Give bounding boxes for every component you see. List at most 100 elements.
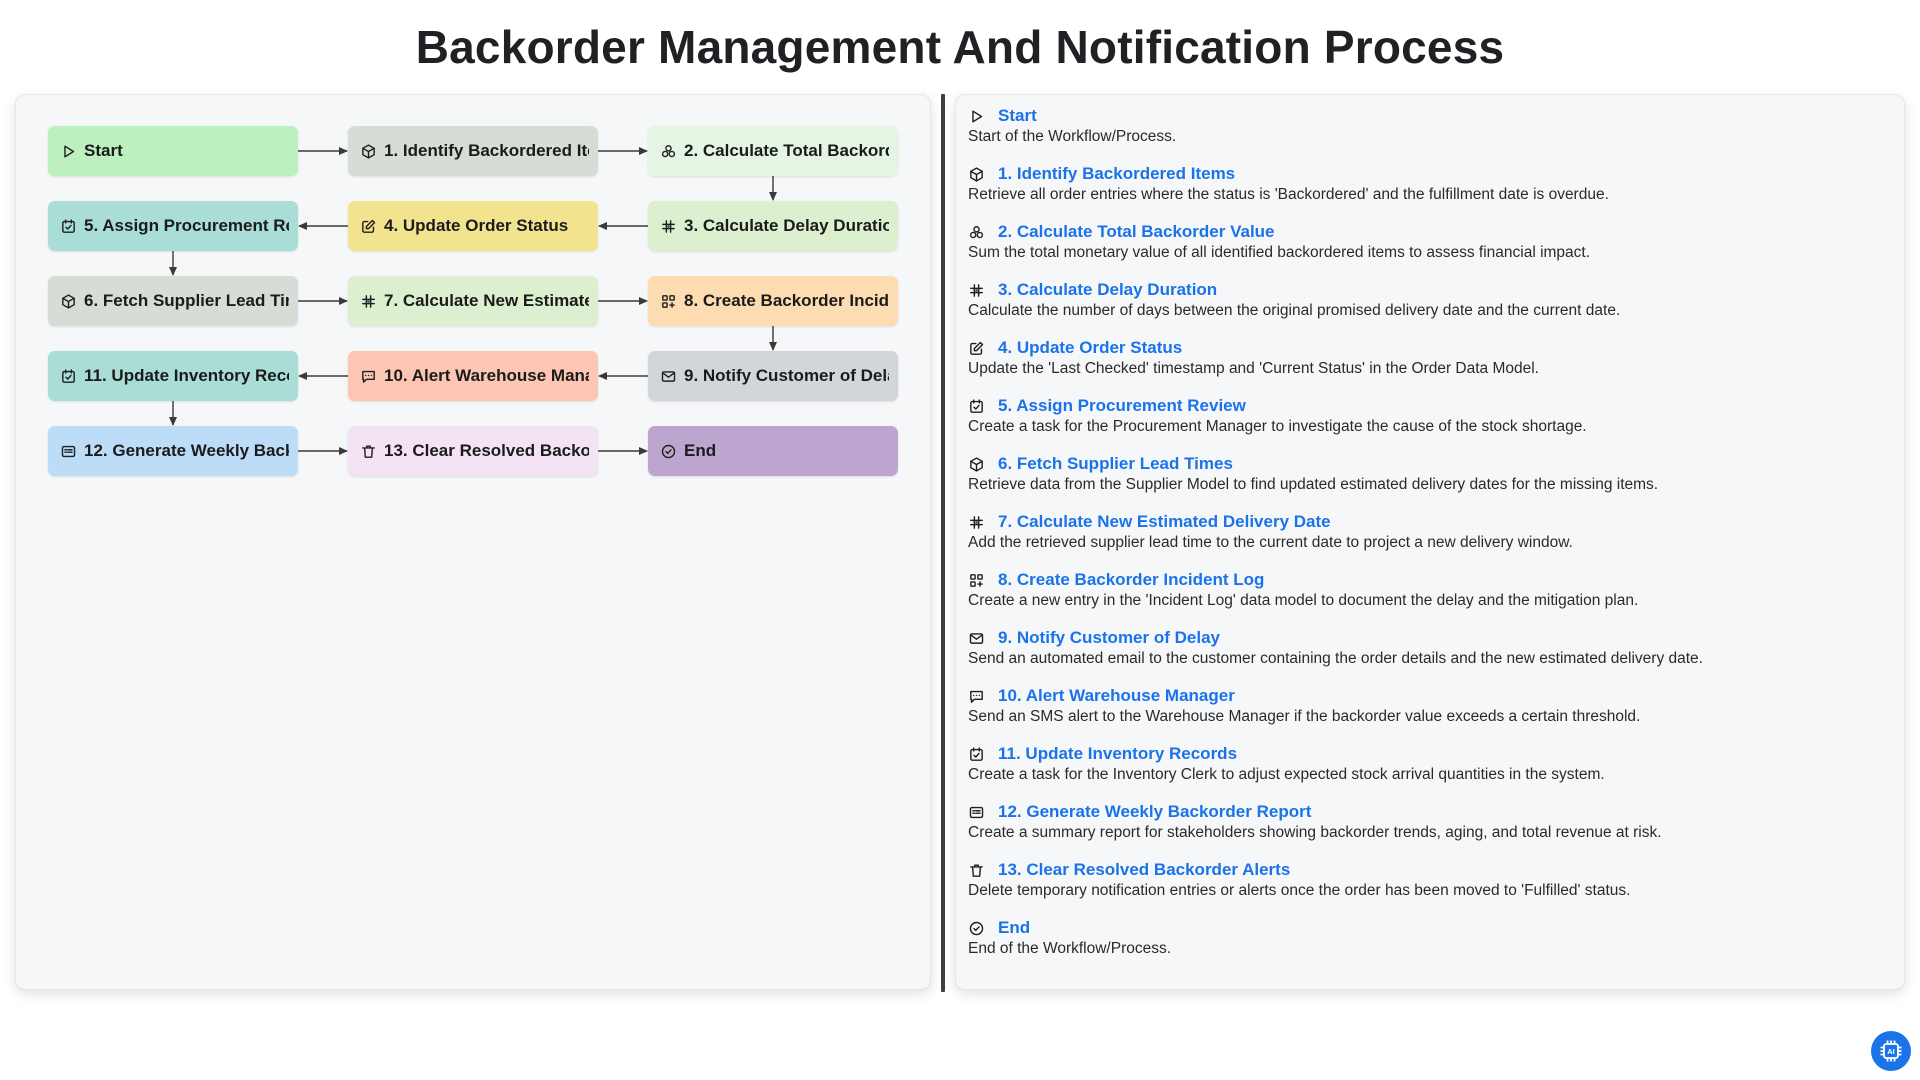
flow-node-label: 4. Update Order Status bbox=[384, 216, 569, 235]
step-detail-title[interactable]: 6. Fetch Supplier Lead Times bbox=[998, 454, 1233, 474]
step-detail-header: 13. Clear Resolved Backorder Alerts bbox=[968, 859, 1892, 881]
hash-icon bbox=[660, 218, 677, 235]
step-detail-item: 6. Fetch Supplier Lead Times Retrieve dat… bbox=[968, 453, 1892, 495]
step-detail-description: Create a task for the Inventory Clerk to… bbox=[968, 766, 1605, 783]
flow-node-step9[interactable]: 9. Notify Customer of Delay bbox=[648, 351, 898, 401]
trash-icon bbox=[968, 862, 985, 879]
flow-node-label: 13. Clear Resolved Backorder Alerts bbox=[384, 441, 589, 460]
flow-node-label: End bbox=[684, 441, 717, 460]
flow-node-label: Start bbox=[84, 141, 123, 160]
step-detail-header: 10. Alert Warehouse Manager bbox=[968, 685, 1892, 707]
step-detail-item: 7. Calculate New Estimated Delivery Date… bbox=[968, 511, 1892, 553]
step-detail-header: 5. Assign Procurement Review bbox=[968, 395, 1892, 417]
flow-node-label: 10. Alert Warehouse Manager bbox=[384, 366, 589, 385]
flow-node-step2[interactable]: 2. Calculate Total Backorder Value bbox=[648, 126, 898, 176]
step-detail-title[interactable]: 13. Clear Resolved Backorder Alerts bbox=[998, 860, 1290, 880]
cube-icon bbox=[360, 143, 377, 160]
page-title: Backorder Management And Notification Pr… bbox=[415, 21, 1505, 73]
step-detail-item: 2. Calculate Total Backorder Value Sum th… bbox=[968, 221, 1892, 263]
calendar-check-icon bbox=[968, 746, 985, 763]
flow-node-start[interactable]: Start bbox=[48, 126, 298, 176]
flow-node-label: 8. Create Backorder Incident Log bbox=[684, 291, 889, 310]
hash-icon bbox=[968, 514, 985, 531]
step-detail-title[interactable]: 11. Update Inventory Records bbox=[998, 744, 1237, 764]
step-detail-item: 10. Alert Warehouse Manager Send an SMS a… bbox=[968, 685, 1892, 727]
grid-plus-icon bbox=[660, 293, 677, 310]
calendar-check-icon bbox=[60, 368, 77, 385]
step-detail-header: End bbox=[968, 917, 1892, 939]
flow-node-step5[interactable]: 5. Assign Procurement Review bbox=[48, 201, 298, 251]
coins-icon bbox=[968, 224, 985, 241]
flow-node-step11[interactable]: 11. Update Inventory Records bbox=[48, 351, 298, 401]
step-detail-title[interactable]: 4. Update Order Status bbox=[998, 338, 1182, 358]
step-detail-title[interactable]: 2. Calculate Total Backorder Value bbox=[998, 222, 1275, 242]
flow-node-end[interactable]: End bbox=[648, 426, 898, 476]
step-detail-item: 5. Assign Procurement Review Create a tas… bbox=[968, 395, 1892, 437]
step-detail-title[interactable]: End bbox=[998, 918, 1030, 938]
hash-icon bbox=[968, 282, 985, 299]
step-detail-description: Calculate the number of days between the… bbox=[968, 302, 1621, 319]
check-circle-icon bbox=[968, 920, 985, 937]
cube-icon bbox=[60, 293, 77, 310]
step-detail-header: 6. Fetch Supplier Lead Times bbox=[968, 453, 1892, 475]
flow-node-step7[interactable]: 7. Calculate New Estimated Delivery Date bbox=[348, 276, 598, 326]
step-detail-header: 8. Create Backorder Incident Log bbox=[968, 569, 1892, 591]
step-detail-header: 11. Update Inventory Records bbox=[968, 743, 1892, 765]
step-detail-item: 4. Update Order Status Update the 'Last C… bbox=[968, 337, 1892, 379]
flow-node-step10[interactable]: 10. Alert Warehouse Manager bbox=[348, 351, 598, 401]
report-icon bbox=[968, 804, 985, 821]
grid-plus-icon bbox=[968, 572, 985, 589]
step-detail-title[interactable]: Start bbox=[998, 106, 1037, 126]
panel-divider bbox=[941, 94, 945, 992]
step-detail-item: 1. Identify Backordered Items Retrieve al… bbox=[968, 163, 1892, 205]
step-detail-description: Send an automated email to the customer … bbox=[968, 650, 1703, 667]
step-detail-title[interactable]: 9. Notify Customer of Delay bbox=[998, 628, 1220, 648]
flow-node-step1[interactable]: 1. Identify Backordered Items bbox=[348, 126, 598, 176]
flow-node-label: 5. Assign Procurement Review bbox=[84, 216, 289, 235]
cube-icon bbox=[968, 166, 985, 183]
ai-chip-icon: AI bbox=[1877, 1037, 1905, 1065]
step-detail-item: 8. Create Backorder Incident Log Create a… bbox=[968, 569, 1892, 611]
flow-node-step4[interactable]: 4. Update Order Status bbox=[348, 201, 598, 251]
calendar-check-icon bbox=[60, 218, 77, 235]
flow-node-step8[interactable]: 8. Create Backorder Incident Log bbox=[648, 276, 898, 326]
step-detail-header: 1. Identify Backordered Items bbox=[968, 163, 1892, 185]
flow-node-label: 1. Identify Backordered Items bbox=[384, 141, 589, 160]
flow-node-step6[interactable]: 6. Fetch Supplier Lead Times bbox=[48, 276, 298, 326]
step-detail-title[interactable]: 10. Alert Warehouse Manager bbox=[998, 686, 1235, 706]
step-detail-title[interactable]: 12. Generate Weekly Backorder Report bbox=[998, 802, 1311, 822]
step-detail-title[interactable]: 1. Identify Backordered Items bbox=[998, 164, 1235, 184]
step-detail-item: Start Start of the Workflow/Process. bbox=[968, 105, 1892, 147]
step-detail-header: 4. Update Order Status bbox=[968, 337, 1892, 359]
step-detail-header: 12. Generate Weekly Backorder Report bbox=[968, 801, 1892, 823]
flow-node-label: 12. Generate Weekly Backorder Report bbox=[84, 441, 289, 460]
step-detail-item: 9. Notify Customer of Delay Send an autom… bbox=[968, 627, 1892, 669]
ai-assistant-button[interactable]: AI bbox=[1871, 1031, 1911, 1071]
step-detail-title[interactable]: 5. Assign Procurement Review bbox=[998, 396, 1246, 416]
step-detail-item: 13. Clear Resolved Backorder Alerts Delet… bbox=[968, 859, 1892, 901]
step-detail-description: Sum the total monetary value of all iden… bbox=[968, 244, 1591, 261]
flow-node-step3[interactable]: 3. Calculate Delay Duration bbox=[648, 201, 898, 251]
step-detail-item: End End of the Workflow/Process. bbox=[968, 917, 1892, 959]
check-circle-icon bbox=[660, 443, 677, 460]
step-detail-header: 9. Notify Customer of Delay bbox=[968, 627, 1892, 649]
flow-node-label: 7. Calculate New Estimated Delivery Date bbox=[384, 291, 589, 310]
step-details-panel: Start Start of the Workflow/Process. 1. Id… bbox=[955, 94, 1905, 990]
step-detail-title[interactable]: 3. Calculate Delay Duration bbox=[998, 280, 1217, 300]
trash-icon bbox=[360, 443, 377, 460]
step-detail-description: Start of the Workflow/Process. bbox=[968, 128, 1177, 145]
flow-node-label: 6. Fetch Supplier Lead Times bbox=[84, 291, 289, 310]
step-detail-description: Retrieve all order entries where the sta… bbox=[968, 186, 1609, 203]
flow-node-step12[interactable]: 12. Generate Weekly Backorder Report bbox=[48, 426, 298, 476]
flow-node-label: 11. Update Inventory Records bbox=[84, 366, 289, 385]
edit-icon bbox=[968, 340, 985, 357]
step-detail-description: Delete temporary notification entries or… bbox=[968, 882, 1631, 899]
flow-node-step13[interactable]: 13. Clear Resolved Backorder Alerts bbox=[348, 426, 598, 476]
flow-node-label: 9. Notify Customer of Delay bbox=[684, 366, 889, 385]
step-detail-title[interactable]: 7. Calculate New Estimated Delivery Date bbox=[998, 512, 1331, 532]
step-detail-header: 2. Calculate Total Backorder Value bbox=[968, 221, 1892, 243]
step-detail-item: 11. Update Inventory Records Create a tas… bbox=[968, 743, 1892, 785]
step-detail-description: Update the 'Last Checked' timestamp and … bbox=[968, 360, 1539, 377]
step-detail-title[interactable]: 8. Create Backorder Incident Log bbox=[998, 570, 1264, 590]
mail-icon bbox=[968, 630, 985, 647]
